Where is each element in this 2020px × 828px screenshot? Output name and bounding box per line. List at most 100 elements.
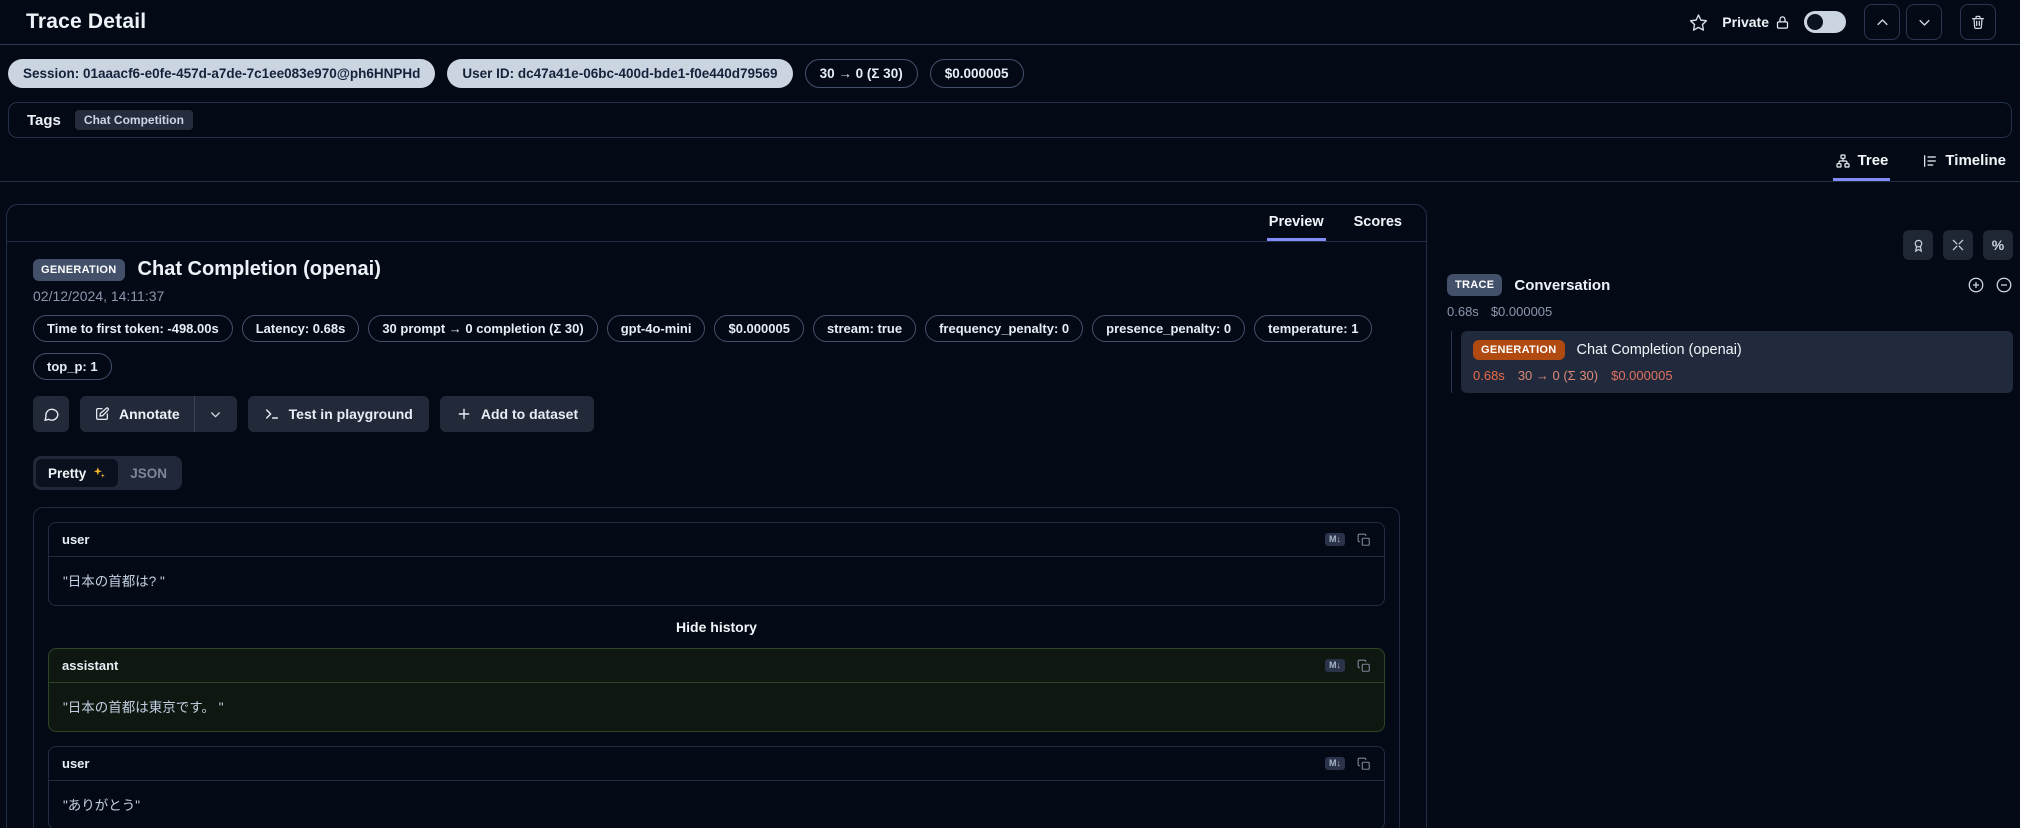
tab-timeline[interactable]: Timeline	[1920, 144, 2008, 181]
metric-frequency-penalty: frequency_penalty: 0	[925, 315, 1084, 342]
chevron-up-icon	[1876, 18, 1888, 25]
top-header: Trace Detail Private	[0, 0, 2020, 45]
comment-button[interactable]	[33, 396, 69, 432]
copy-icon[interactable]	[1357, 533, 1371, 547]
generation-latency: 0.68s	[1473, 368, 1505, 383]
message-content: "日本の首都は? "	[63, 574, 165, 589]
tags-label: Tags	[27, 111, 61, 129]
playground-button[interactable]: Test in playground	[247, 396, 429, 432]
message-assistant: assistant M↓ "日本の首都は東京です。 "	[48, 648, 1385, 732]
message-content: "日本の首都は東京です。 "	[63, 700, 224, 715]
star-icon[interactable]	[1689, 13, 1708, 32]
chevron-down-icon	[1918, 19, 1930, 26]
metric-badges-row-1: Time to first token: -498.00s Latency: 0…	[33, 315, 1400, 342]
metric-ttft: Time to first token: -498.00s	[33, 315, 233, 342]
markdown-icon[interactable]: M↓	[1325, 757, 1345, 770]
markdown-icon[interactable]: M↓	[1325, 533, 1345, 546]
generation-cost: $0.000005	[1611, 368, 1673, 383]
collapse-all-button[interactable]	[1943, 230, 1973, 260]
delete-trace-button[interactable]	[1960, 4, 1996, 40]
trash-icon	[1972, 15, 1984, 29]
view-tabs: Tree Timeline	[0, 144, 2020, 182]
comment-icon	[43, 408, 59, 421]
metric-latency: Latency: 0.68s	[241, 315, 360, 342]
annotate-split-button: Annotate	[80, 396, 237, 432]
tree-icon	[1835, 153, 1851, 169]
markdown-icon[interactable]: M↓	[1325, 659, 1345, 672]
observation-title: Chat Completion (openai)	[137, 258, 381, 280]
tags-box: Tags Chat Competition	[8, 102, 2012, 138]
meta-badges-row: Session: 01aaacf6-e0fe-457d-a7de-7c1ee08…	[0, 45, 2020, 100]
observation-timestamp: 02/12/2024, 14:11:37	[33, 288, 165, 304]
award-icon	[1914, 239, 1922, 252]
toggle-knob	[1807, 14, 1823, 30]
tab-preview[interactable]: Preview	[1266, 205, 1326, 241]
lock-icon	[1775, 15, 1790, 30]
message-role: user	[62, 756, 90, 771]
generation-tree-item[interactable]: GENERATION Chat Completion (openai) 0.68…	[1461, 331, 2013, 393]
metric-stream: stream: true	[812, 315, 917, 342]
privacy-label: Private	[1722, 14, 1790, 30]
user-id-badge[interactable]: User ID: dc47a41e-06bc-400d-bde1-f0e440d…	[447, 59, 793, 88]
message-content: "ありがとう"	[63, 798, 141, 813]
page-title: Trace Detail	[26, 10, 147, 33]
timeline-icon	[1922, 153, 1938, 169]
metric-tokens: 30 prompt → 0 completion (Σ 30)	[368, 315, 598, 342]
tab-scores[interactable]: Scores	[1352, 205, 1404, 241]
metric-top-p: top_p: 1	[33, 353, 112, 380]
tree-controls: %	[1447, 230, 2013, 260]
annotate-icon	[96, 407, 110, 420]
metric-temperature: temperature: 1	[1254, 315, 1373, 342]
message-user-2: user M↓ "ありがとう"	[48, 746, 1385, 828]
message-role: user	[62, 532, 90, 547]
metric-model[interactable]: gpt-4o-mini	[606, 315, 706, 342]
copy-icon[interactable]	[1357, 757, 1371, 771]
scores-toggle-button[interactable]	[1903, 230, 1933, 260]
trace-tree-panel: % TRACE Conversation 0.68s $0.000005 GEN…	[1447, 204, 2020, 393]
sparkles-icon	[94, 467, 106, 478]
prev-trace-button[interactable]	[1864, 4, 1900, 40]
copy-icon[interactable]	[1357, 659, 1371, 673]
message-role: assistant	[62, 658, 119, 673]
format-json-button[interactable]: JSON	[118, 459, 179, 487]
add-to-dataset-button[interactable]: Add to dataset	[439, 396, 595, 432]
generation-type-badge: GENERATION	[33, 258, 125, 281]
plus-icon	[458, 408, 470, 420]
chevron-down-icon	[211, 411, 221, 417]
collapse-icon	[1952, 239, 1964, 251]
hide-history-button[interactable]: Hide history	[48, 619, 1385, 635]
privacy-toggle[interactable]	[1804, 11, 1846, 33]
format-toggle: Pretty JSON	[33, 456, 183, 490]
format-pretty-button[interactable]: Pretty	[36, 459, 119, 487]
annotate-dropdown-button[interactable]	[195, 396, 237, 432]
trace-title: Conversation	[1514, 276, 1611, 294]
message-user-1: user M↓ "日本の首都は? "	[48, 522, 1385, 606]
trace-stats: 0.68s $0.000005	[1447, 304, 2013, 319]
annotate-button[interactable]: Annotate	[80, 396, 194, 432]
expand-all-icon[interactable]	[1967, 276, 1985, 294]
generation-tokens: 30 → 0 (Σ 30)	[1517, 368, 1599, 383]
trace-cost: $0.000005	[1490, 304, 1553, 319]
token-usage-badge: 30 → 0 (Σ 30)	[804, 59, 918, 88]
percent-metrics-button[interactable]: %	[1983, 230, 2013, 260]
observation-panel: Preview Scores GENERATION Chat Completio…	[6, 204, 1427, 828]
tag-chip[interactable]: Chat Competition	[74, 110, 193, 130]
metric-cost: $0.000005	[714, 315, 804, 342]
tab-tree[interactable]: Tree	[1832, 144, 1891, 181]
panel-tabs: Preview Scores	[7, 205, 1426, 242]
metric-presence-penalty: presence_penalty: 0	[1092, 315, 1246, 342]
actions-row: Annotate Test in playground Add to datas…	[33, 396, 1400, 432]
generation-title: Chat Completion (openai)	[1576, 342, 1742, 358]
session-badge[interactable]: Session: 01aaacf6-e0fe-457d-a7de-7c1ee08…	[8, 59, 436, 88]
trace-badge: TRACE	[1447, 274, 1503, 296]
collapse-all-circle-icon[interactable]	[1995, 276, 2013, 294]
next-trace-button[interactable]	[1906, 4, 1942, 40]
cost-badge: $0.000005	[929, 59, 1024, 88]
trace-latency: 0.68s	[1447, 304, 1479, 319]
terminal-icon	[265, 409, 278, 419]
metric-badges-row-2: top_p: 1	[33, 353, 1400, 380]
tree-children: GENERATION Chat Completion (openai) 0.68…	[1451, 331, 2013, 393]
generation-badge: GENERATION	[1473, 340, 1565, 360]
messages-container: user M↓ "日本の首都は? " Hide history assistan…	[33, 507, 1400, 828]
trace-root-row[interactable]: TRACE Conversation	[1447, 274, 2013, 296]
